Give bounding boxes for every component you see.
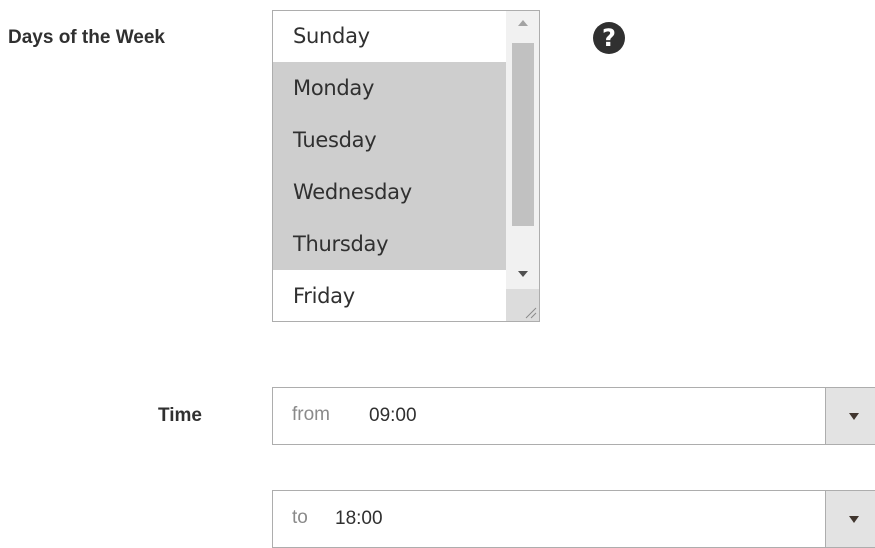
to-prefix: to xyxy=(292,507,308,528)
arrow-up-icon xyxy=(518,20,528,26)
resize-grip-icon xyxy=(525,307,537,319)
caret-down-icon xyxy=(849,516,859,523)
option-friday[interactable]: Friday xyxy=(273,270,506,321)
scrollbar-thumb[interactable] xyxy=(512,43,534,226)
to-value: 18:00 xyxy=(335,508,383,529)
scroll-up-button[interactable] xyxy=(506,11,539,33)
scroll-down-button[interactable] xyxy=(506,261,539,283)
from-value: 09:00 xyxy=(369,405,417,426)
days-of-week-multiselect[interactable]: Sunday Monday Tuesday Wednesday Thursday… xyxy=(272,10,540,322)
time-label: Time xyxy=(158,405,203,426)
option-monday[interactable]: Monday xyxy=(273,62,506,114)
question-circle-icon[interactable]: ? xyxy=(593,22,625,54)
days-of-week-label: Days of the Week xyxy=(8,27,165,48)
option-wednesday[interactable]: Wednesday xyxy=(273,166,506,218)
listbox-scrollbar[interactable] xyxy=(506,11,539,321)
arrow-down-icon xyxy=(518,271,528,277)
option-tuesday[interactable]: Tuesday xyxy=(273,114,506,166)
resize-handle[interactable] xyxy=(506,289,539,321)
from-dropdown-button[interactable] xyxy=(825,388,875,444)
time-from-select[interactable]: from 09:00 xyxy=(272,387,875,445)
from-prefix: from xyxy=(292,404,330,425)
to-dropdown-button[interactable] xyxy=(825,491,875,547)
time-to-select[interactable]: to 18:00 xyxy=(272,490,875,548)
option-thursday[interactable]: Thursday xyxy=(273,218,506,270)
option-sunday[interactable]: Sunday xyxy=(273,11,506,62)
caret-down-icon xyxy=(849,413,859,420)
